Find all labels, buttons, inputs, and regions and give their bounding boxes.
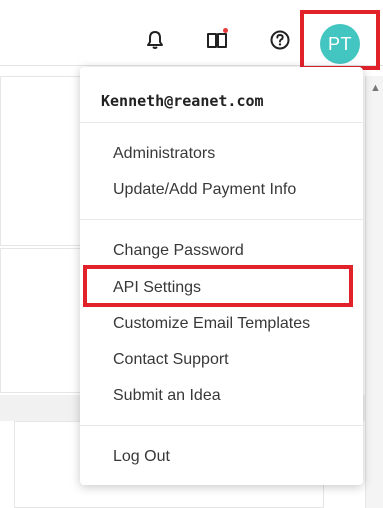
menu-divider: [80, 219, 363, 220]
scroll-up-arrow-icon[interactable]: ▲: [370, 82, 381, 94]
help-icon[interactable]: [268, 28, 292, 52]
menu-item-administrators[interactable]: Administrators: [113, 144, 215, 164]
menu-item-submit-idea[interactable]: Submit an Idea: [113, 386, 221, 406]
notification-dot: [223, 28, 228, 33]
api-settings-highlight-box: [83, 265, 353, 307]
menu-item-email-templates[interactable]: Customize Email Templates: [113, 314, 310, 334]
menu-item-payment-info[interactable]: Update/Add Payment Info: [113, 180, 296, 200]
menu-item-change-password[interactable]: Change Password: [113, 241, 244, 261]
page-scrollbar[interactable]: ▲: [365, 76, 383, 508]
menu-item-contact-support[interactable]: Contact Support: [113, 350, 229, 370]
account-email: Kenneth@reanet.com: [101, 92, 264, 110]
avatar-highlight-box: [300, 10, 380, 70]
menu-divider: [80, 122, 363, 123]
bell-icon[interactable]: [143, 28, 167, 52]
book-icon[interactable]: [205, 28, 229, 52]
menu-divider: [80, 425, 363, 426]
menu-item-log-out[interactable]: Log Out: [113, 447, 170, 467]
